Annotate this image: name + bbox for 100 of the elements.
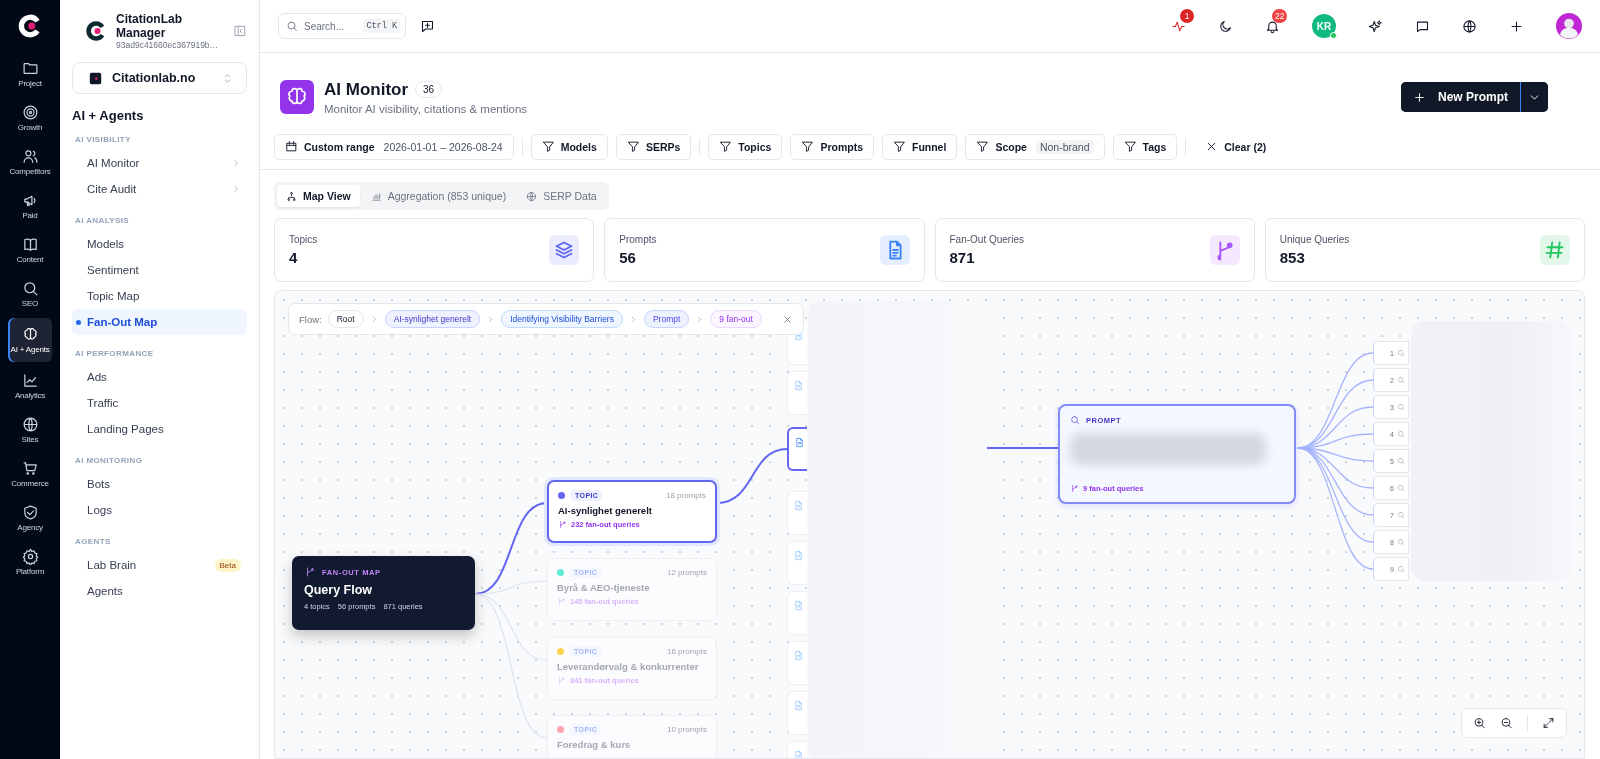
- moon-icon[interactable]: [1218, 18, 1233, 34]
- rail-nav-item[interactable]: AI + Agents: [8, 318, 52, 362]
- breadcrumb-chip[interactable]: Identifying Visibility Barriers: [501, 310, 623, 328]
- view-tab[interactable]: Map View: [277, 185, 360, 207]
- search-icon: [1397, 349, 1405, 357]
- globe-icon: [526, 190, 538, 202]
- sidebar-item[interactable]: Traffic: [72, 390, 247, 416]
- breadcrumb-chip[interactable]: Root: [327, 310, 364, 328]
- rail-label: Platform: [15, 567, 45, 576]
- sidebar-item[interactable]: Landing Pages: [72, 416, 247, 442]
- prompt-count: 18 prompts: [665, 491, 706, 500]
- sidebar-item-label: Ads: [87, 371, 108, 383]
- rail-label: Growth: [17, 123, 43, 132]
- gear-icon: [21, 548, 39, 565]
- sidebar-item[interactable]: AI Monitor: [72, 150, 247, 176]
- breadcrumb-chip[interactable]: Prompt: [643, 310, 690, 328]
- rail-nav-item[interactable]: Agency: [8, 498, 52, 538]
- sparkles-icon[interactable]: [1368, 18, 1383, 34]
- branch-icon: [558, 520, 567, 529]
- node-title: Leverandørvalg & konkurrenter: [557, 661, 700, 672]
- view-tab[interactable]: SERP Data: [517, 185, 606, 207]
- node-title: Query Flow: [304, 583, 374, 597]
- plus-icon[interactable]: [1509, 18, 1524, 34]
- calendar-icon: [285, 140, 298, 153]
- filter-button[interactable]: Models: [530, 133, 608, 160]
- shield-icon: [21, 504, 39, 521]
- filter-button[interactable]: Prompts: [790, 133, 874, 160]
- bell-icon[interactable]: [1265, 18, 1280, 34]
- project-selector[interactable]: Citationlab.no: [72, 62, 247, 94]
- sidebar-item-label: Topic Map: [87, 290, 141, 302]
- sidebar-item[interactable]: Bots: [72, 471, 247, 497]
- rail-nav-item[interactable]: Growth: [8, 98, 52, 138]
- filter-button[interactable]: Scope Non-brand: [965, 133, 1105, 160]
- user-avatar[interactable]: [1556, 13, 1582, 39]
- filter-icon: [719, 140, 733, 153]
- sidebar-item[interactable]: Fan-Out Map: [72, 309, 247, 335]
- sidebar-item[interactable]: Topic Map: [72, 283, 247, 309]
- expand-icon[interactable]: [1541, 716, 1555, 730]
- globe-icon: [21, 416, 39, 433]
- chat-icon[interactable]: [1415, 18, 1430, 34]
- sidebar-item-label: Models: [87, 238, 126, 250]
- close-icon[interactable]: [782, 313, 793, 325]
- document-node[interactable]: [787, 427, 807, 471]
- document-icon: [793, 500, 804, 511]
- rail-nav-item[interactable]: Competitors: [8, 142, 52, 182]
- branch-icon: [557, 676, 566, 685]
- search-icon: [1397, 484, 1405, 492]
- search-icon: [21, 280, 39, 297]
- document-icon: [793, 700, 804, 711]
- sidebar-item[interactable]: Cite Audit: [72, 176, 247, 202]
- filter-icon: [1123, 140, 1137, 153]
- sidebar-item[interactable]: Logs: [72, 497, 247, 523]
- zoom-in-icon[interactable]: [1473, 716, 1486, 730]
- stat-label: Fan-Out Queries: [949, 234, 1024, 245]
- filter-button[interactable]: Funnel: [881, 133, 958, 160]
- prompt-count: 12 prompts: [666, 568, 707, 577]
- rail-nav-item[interactable]: Paid: [8, 186, 52, 226]
- section-heading: AGENTS: [74, 536, 112, 548]
- sidebar-item[interactable]: Ads: [72, 364, 247, 390]
- rail-nav-item[interactable]: Project: [8, 54, 52, 94]
- filter-button[interactable]: SERPs: [615, 133, 692, 160]
- rail-nav-item[interactable]: Platform: [8, 542, 52, 582]
- rail-nav-item[interactable]: Content: [8, 230, 52, 270]
- breadcrumb-chip[interactable]: 9 fan-out: [710, 310, 762, 328]
- branch-icon: [557, 597, 566, 606]
- stat-value: 56: [619, 249, 637, 266]
- page-subtitle: Monitor AI visibility, citations & mentions: [324, 102, 528, 115]
- rail-label: SEO: [21, 299, 39, 308]
- line-chart-icon: [21, 372, 39, 389]
- filter-button[interactable]: Tags: [1112, 133, 1178, 160]
- sidebar-item[interactable]: Models: [72, 231, 247, 257]
- search-icon: [1070, 415, 1080, 425]
- sidebar-item-label: Logs: [87, 504, 113, 516]
- filter-icon: [626, 140, 640, 153]
- branch-icon: [1209, 235, 1240, 265]
- filter-button[interactable]: Topics: [708, 133, 783, 160]
- document-icon: [793, 550, 804, 561]
- view-tab[interactable]: Aggregation (853 unique): [361, 185, 516, 207]
- sidebar-item-label: Landing Pages: [87, 423, 165, 435]
- target-icon: [21, 104, 39, 121]
- filter-icon: [801, 140, 815, 153]
- breadcrumb-chip[interactable]: AI-synlighet generelt: [384, 310, 481, 328]
- sidebar-item[interactable]: Sentiment: [72, 257, 247, 283]
- sidebar-item[interactable]: Lab Brain Beta: [72, 552, 247, 578]
- rail-nav-item[interactable]: Sites: [8, 410, 52, 450]
- new-prompt-button[interactable]: New Prompt: [1401, 82, 1521, 112]
- globe-icon[interactable]: [1462, 18, 1477, 34]
- rail-nav-item[interactable]: Analytics: [8, 366, 52, 406]
- rail-nav-item[interactable]: Commerce: [8, 454, 52, 494]
- stat-label: Topics: [289, 234, 318, 245]
- document-icon: [793, 650, 804, 661]
- rail-nav-item[interactable]: SEO: [8, 274, 52, 314]
- rail-label: AI + Agents: [10, 345, 50, 354]
- filter-button[interactable]: Custom range 2026-01-01 – 2026-08-24: [274, 133, 514, 160]
- zoom-out-icon[interactable]: [1500, 716, 1514, 730]
- sidebar-item[interactable]: Agents: [72, 578, 247, 604]
- search-icon: [286, 20, 298, 32]
- search-icon: [1397, 565, 1405, 573]
- add-comment-icon[interactable]: [420, 18, 435, 34]
- filter-icon: [541, 140, 555, 153]
